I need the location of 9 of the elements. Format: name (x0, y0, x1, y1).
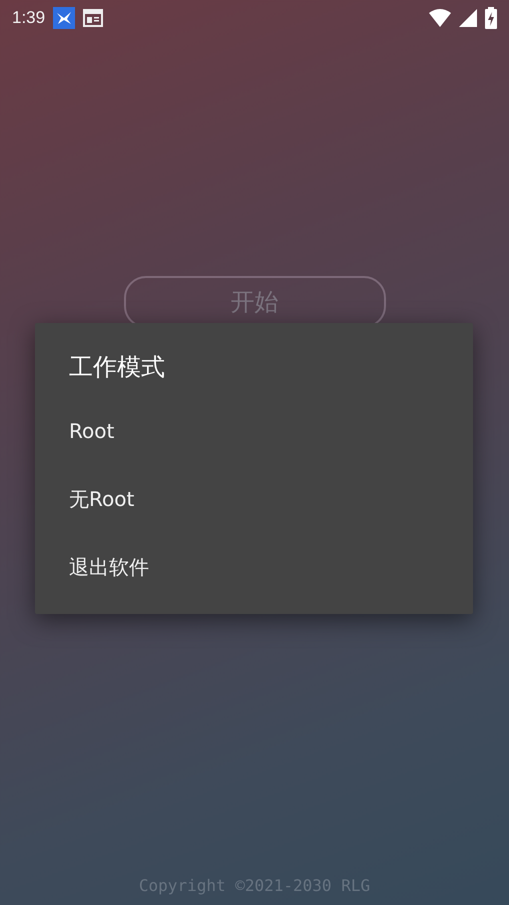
wifi-icon (429, 9, 451, 27)
status-time: 1:39 (12, 8, 46, 28)
signal-icon (459, 9, 477, 27)
dialog-title: 工作模式 (68, 352, 166, 383)
calendar-icon (83, 9, 104, 27)
dialog-option[interactable]: 退出软件 (35, 533, 473, 601)
dialog-option[interactable]: 无Root (35, 465, 473, 533)
dialog-option[interactable]: Root (35, 397, 473, 465)
battery-charging-icon (485, 7, 497, 29)
